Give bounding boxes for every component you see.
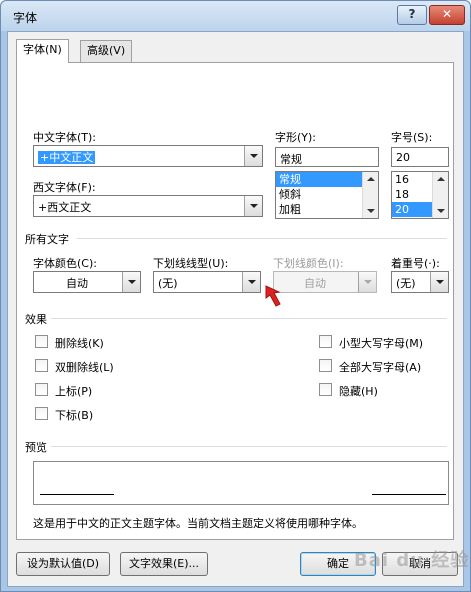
superscript-label[interactable]: 上标(P) (55, 383, 92, 399)
superscript-checkbox[interactable] (35, 383, 48, 396)
title-bar: 字体 ? ✕ (1, 1, 470, 31)
divider (77, 238, 447, 239)
font-size-input[interactable]: 20 (391, 147, 449, 167)
font-color-combo[interactable]: 自动 (33, 271, 141, 293)
preview-note: 这是用于中文的正文主题字体。当前文档主题定义将使用哪种字体。 (33, 517, 363, 530)
baidu-watermark: Bai du 经验 (354, 550, 470, 571)
dialog-title: 字体 (13, 11, 38, 25)
tab-font[interactable]: 字体(N) (16, 39, 69, 63)
hidden-label[interactable]: 隐藏(H) (339, 383, 378, 399)
underline-style-value: (无) (158, 277, 178, 290)
western-font-value: +西文正文 (38, 201, 92, 214)
tab-advanced[interactable]: 高级(V) (80, 40, 133, 62)
red-arrow-icon (265, 285, 281, 307)
chevron-down-icon[interactable] (122, 272, 140, 292)
western-font-combo[interactable]: +西文正文 (33, 195, 263, 217)
underline-style-label: 下划线线型(U): (153, 257, 229, 270)
tab-advanced-label: 高级(V) (87, 44, 126, 57)
font-style-input[interactable]: 常规 (275, 147, 379, 167)
emphasis-mark-label: 着重号(·): (391, 257, 440, 270)
font-size-value: 20 (396, 151, 410, 164)
dialog-body: 字体(N) 高级(V) 中文字体(T): +中文正文 西文字体(F): +西文正… (7, 31, 468, 587)
small-caps-label[interactable]: 小型大写字母(M) (339, 335, 423, 351)
double-strikethrough-checkbox[interactable] (35, 359, 48, 372)
chevron-down-icon[interactable] (242, 272, 260, 292)
set-default-button[interactable]: 设为默认值(D) (16, 552, 110, 576)
size-scrollbar[interactable] (432, 172, 448, 218)
font-style-label: 字形(Y): (275, 131, 317, 144)
scroll-up-icon (437, 177, 445, 181)
style-scrollbar[interactable] (362, 172, 378, 218)
font-tab-panel: 中文字体(T): +中文正文 西文字体(F): +西文正文 字形(Y): 常规 … (16, 62, 454, 540)
tab-font-label: 字体(N) (23, 43, 62, 56)
font-color-value: 自动 (66, 277, 88, 290)
subscript-label[interactable]: 下标(B) (55, 407, 93, 423)
chinese-font-combo[interactable]: +中文正文 (33, 145, 263, 167)
divider (51, 318, 447, 319)
underline-style-combo[interactable]: (无) (153, 271, 261, 293)
font-size-list[interactable]: 16 18 20 (391, 171, 449, 219)
help-icon: ? (408, 7, 416, 21)
chevron-down-icon[interactable] (244, 146, 262, 166)
close-icon: ✕ (441, 7, 453, 21)
font-size-label: 字号(S): (391, 131, 433, 144)
emphasis-mark-value: (无) (396, 277, 416, 290)
underline-color-label: 下划线颜色(I): (273, 257, 344, 270)
font-color-label: 字体颜色(C): (33, 257, 97, 270)
preview-box (33, 461, 449, 505)
scroll-down-icon (367, 209, 375, 213)
font-style-value: 常规 (280, 153, 302, 166)
preview-baseline-right (372, 494, 446, 495)
all-text-section-title: 所有文字 (25, 233, 69, 246)
chinese-font-value: +中文正文 (38, 151, 96, 164)
font-style-list[interactable]: 常规 倾斜 加粗 (275, 171, 379, 219)
emphasis-mark-combo[interactable]: (无) (391, 271, 449, 293)
preview-section-title: 预览 (25, 441, 47, 454)
chevron-down-icon (358, 272, 376, 292)
chevron-down-icon[interactable] (244, 196, 262, 216)
underline-color-value: 自动 (304, 277, 326, 290)
divider (51, 446, 447, 447)
scroll-up-icon (367, 177, 375, 181)
western-font-label: 西文字体(F): (33, 181, 96, 194)
double-strikethrough-label[interactable]: 双删除线(L) (55, 359, 114, 375)
underline-color-combo: 自动 (273, 271, 377, 293)
small-caps-checkbox[interactable] (319, 335, 332, 348)
all-caps-checkbox[interactable] (319, 359, 332, 372)
strikethrough-label[interactable]: 删除线(K) (55, 335, 104, 351)
hidden-checkbox[interactable] (319, 383, 332, 396)
chevron-down-icon[interactable] (430, 272, 448, 292)
effects-section-title: 效果 (25, 313, 47, 326)
text-effects-button[interactable]: 文字效果(E)... (120, 552, 208, 576)
strikethrough-checkbox[interactable] (35, 335, 48, 348)
scroll-down-icon (437, 209, 445, 213)
preview-baseline-left (40, 494, 114, 495)
help-button[interactable]: ? (397, 5, 427, 25)
all-caps-label[interactable]: 全部大写字母(A) (339, 359, 421, 375)
subscript-checkbox[interactable] (35, 407, 48, 420)
close-button[interactable]: ✕ (429, 5, 465, 25)
font-dialog: 字体 ? ✕ 字体(N) 高级(V) 中文字体(T): +中文正文 西文字体(F… (0, 0, 471, 592)
chinese-font-label: 中文字体(T): (33, 131, 97, 144)
